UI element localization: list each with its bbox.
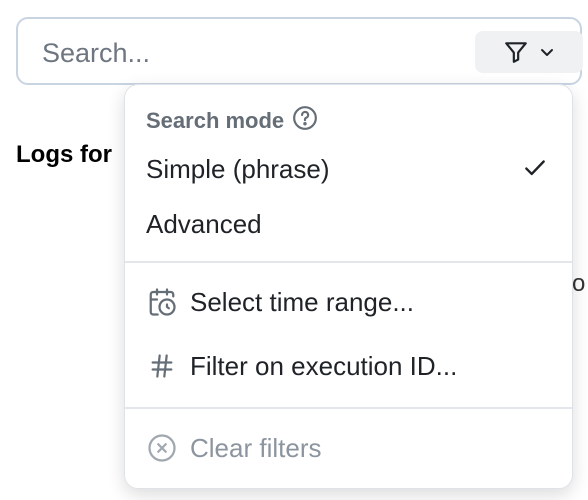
mode-option-label: Simple (phrase) [146,153,330,184]
menu-divider [125,261,572,263]
x-circle-icon [146,433,178,463]
help-icon[interactable] [292,105,318,137]
search-input[interactable] [42,33,442,73]
mode-option-simple[interactable]: Simple (phrase) [125,143,572,195]
filter-icon [503,39,529,65]
clear-filters-item[interactable]: Clear filters [125,422,572,474]
checkmark-icon [522,155,548,188]
search-options-dropdown: Search mode Simple (phrase) Advanced Sel… [124,84,573,489]
background-text-fragment: o [572,270,586,297]
search-box[interactable] [16,17,583,85]
menu-item-label: Clear filters [190,432,322,463]
search-mode-header: Search mode [146,105,318,137]
logs-heading: Logs for [16,141,112,168]
menu-divider [125,407,572,409]
select-time-range-item[interactable]: Select time range... [125,276,572,328]
hash-icon [146,352,178,380]
filter-menu-button[interactable] [475,31,583,73]
menu-item-label: Filter on execution ID... [190,350,458,381]
calendar-clock-icon [146,287,178,317]
mode-option-label: Advanced [146,208,262,239]
search-mode-header-label: Search mode [146,108,285,133]
chevron-down-icon [539,44,555,60]
filter-execution-id-item[interactable]: Filter on execution ID... [125,340,572,392]
menu-item-label: Select time range... [190,286,414,317]
mode-option-advanced[interactable]: Advanced [125,198,572,250]
